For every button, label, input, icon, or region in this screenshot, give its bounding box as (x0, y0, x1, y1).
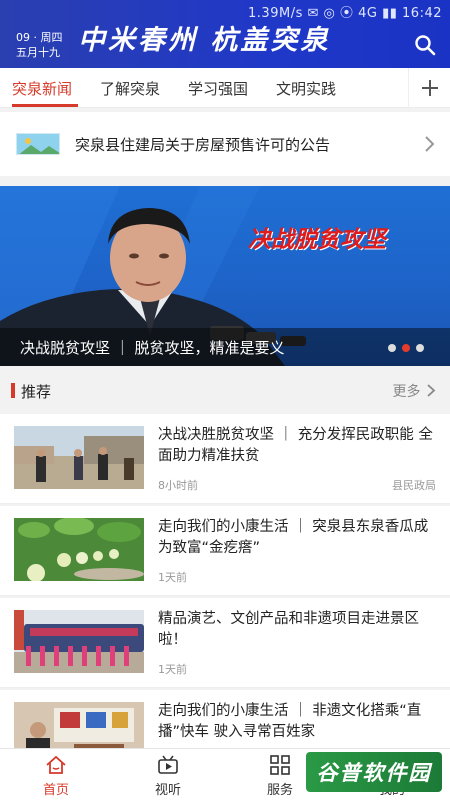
carousel-dot[interactable] (388, 344, 396, 352)
video-icon (158, 755, 178, 774)
home-icon (46, 755, 66, 774)
chevron-right-icon (425, 136, 435, 152)
banner-caption-bar: 决战脱贫攻坚 ｜ 脱贫攻坚，精准是要义 (0, 328, 450, 366)
nav-media[interactable]: 视听 (128, 749, 208, 800)
news-thumbnail (14, 518, 144, 581)
news-time: 1天前 (158, 663, 187, 676)
news-thumbnail (14, 426, 144, 489)
news-title: 决战决胜脱贫攻坚 ｜ 充分发挥民政职能 全面助力精准扶贫 (158, 427, 433, 464)
nav-home[interactable]: 首页 (16, 749, 96, 800)
banner-slogan: 决战脱贫攻坚 (248, 226, 386, 253)
carousel-dot-active[interactable] (402, 344, 410, 352)
news-item[interactable]: 决战决胜脱贫攻坚 ｜ 充分发挥民政职能 全面助力精准扶贫 8小时前 县民政局 (0, 414, 450, 504)
nav-home-label: 首页 (42, 783, 69, 798)
news-item[interactable]: 走向我们的小康生活 ｜ 突泉县东泉香瓜成为致富“金疙瘩” 1天前 (0, 506, 450, 596)
nav-media-label: 视听 (154, 783, 181, 798)
carousel-dot[interactable] (416, 344, 424, 352)
tab-xuexi-qiangguo[interactable]: 学习强国 (188, 78, 248, 99)
news-title: 精品演艺、文创产品和非遗项目走进景区啦！ (158, 611, 419, 648)
news-thumbnail (14, 610, 144, 673)
hero-banner[interactable]: 决战脱贫攻坚 决战脱贫攻坚 ｜ 脱贫攻坚，精准是要义 (0, 186, 450, 366)
tab-tuquan-news[interactable]: 突泉新闻 (12, 78, 72, 99)
news-time: 1天前 (158, 571, 187, 584)
news-item[interactable]: 精品演艺、文创产品和非遗项目走进景区啦！ 1天前 (0, 598, 450, 688)
recommend-header: 推荐 更多 (0, 370, 450, 410)
notice-text: 突泉县住建局关于房屋预售许可的公告 (75, 136, 331, 154)
active-tab-indicator (12, 104, 78, 107)
date-line: 09 · 周四 (16, 31, 63, 44)
search-icon[interactable] (414, 34, 436, 56)
news-title: 走向我们的小康生活 ｜ 非遗文化搭乘“直播”快车 驶入寻常百姓家 (158, 703, 422, 740)
notice-thumbnail (16, 133, 60, 155)
section-marker (11, 383, 15, 398)
grid-icon (270, 755, 290, 775)
app-header: 1.39M/s ✉ ◎ ⦿ 4G ▮▮ 16:42 09 · 周四 五月十九 中… (0, 0, 450, 68)
watermark-logo: 谷普软件园 (306, 752, 442, 792)
channel-tabs: 突泉新闻 了解突泉 学习强国 文明实践 (0, 68, 450, 108)
carousel-dots (388, 344, 424, 352)
tab-civilization-practice[interactable]: 文明实践 (276, 78, 336, 99)
notice-row[interactable]: 突泉县住建局关于房屋预售许可的公告 (0, 112, 450, 176)
tab-about-tuquan[interactable]: 了解突泉 (100, 78, 160, 99)
news-title: 走向我们的小康生活 ｜ 突泉县东泉香瓜成为致富“金疙瘩” (158, 519, 429, 556)
news-time: 8小时前 (158, 479, 198, 492)
recommend-title: 推荐 (21, 383, 52, 401)
lunar-date-line: 五月十九 (16, 46, 60, 59)
brand-title: 中米春州 杭盖突泉 (78, 25, 331, 56)
chevron-right-icon (427, 384, 436, 397)
date-block: 09 · 周四 五月十九 (16, 30, 63, 60)
add-channel-button[interactable] (408, 68, 450, 108)
plus-icon (421, 80, 438, 96)
banner-caption: 决战脱贫攻坚 ｜ 脱贫攻坚，精准是要义 (20, 339, 285, 357)
news-source: 县民政局 (392, 479, 436, 492)
more-label: 更多 (392, 384, 421, 400)
more-link[interactable]: 更多 (393, 381, 436, 401)
